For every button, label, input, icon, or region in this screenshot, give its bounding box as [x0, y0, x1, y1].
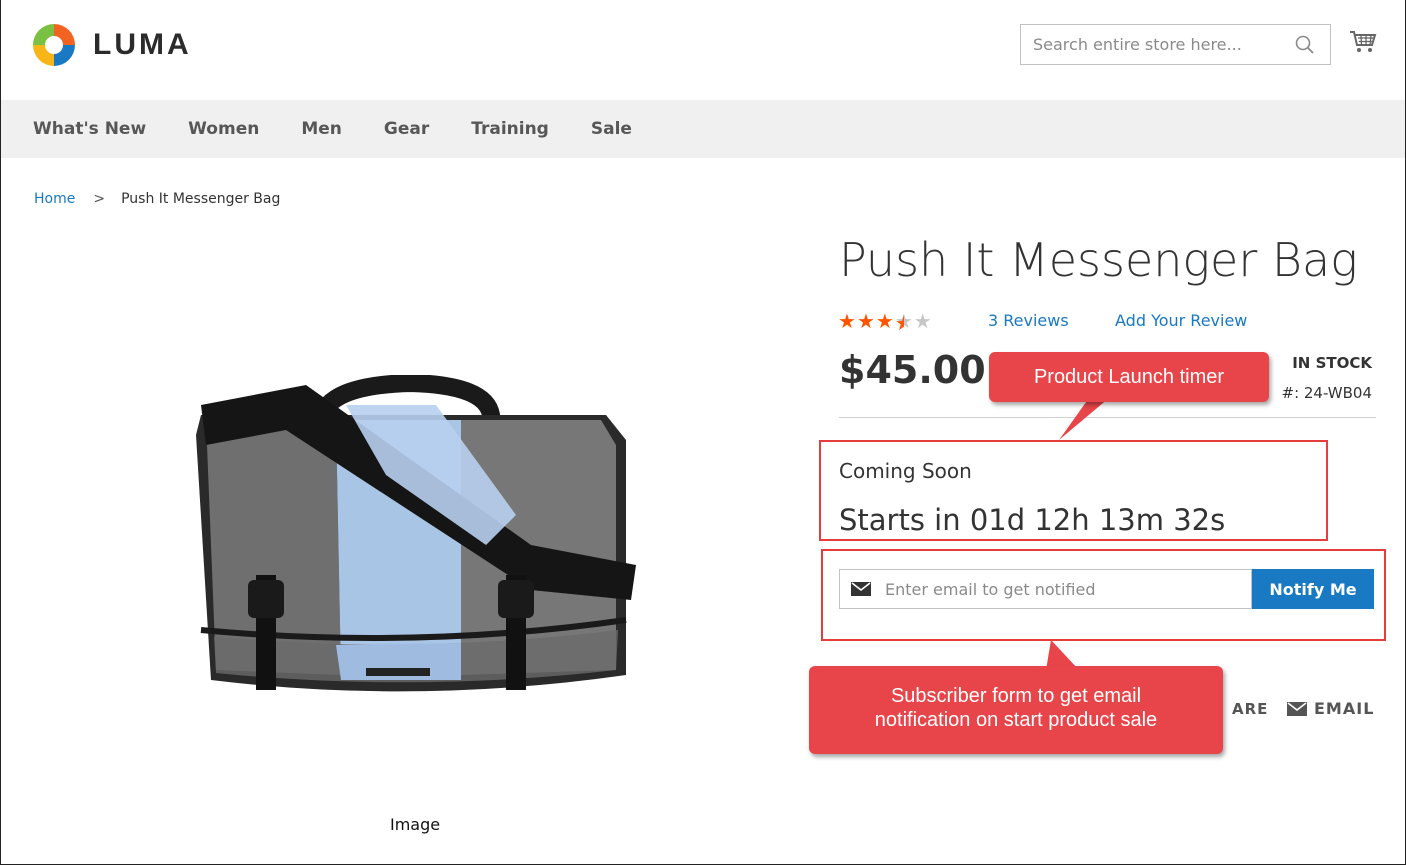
rating-stars: ★★★★★★ — [838, 309, 933, 336]
callout-timer: Product Launch timer — [989, 352, 1269, 402]
callout-form-line-2: notification on start product sale — [874, 709, 1158, 731]
launch-countdown: Starts in 01d 12h 13m 32s — [839, 503, 1226, 537]
star-icon: ★ — [913, 311, 933, 333]
callout-subscriber-form: Subscriber form to get email notificatio… — [809, 666, 1223, 754]
reviews-link[interactable]: 3 Reviews — [988, 311, 1069, 330]
star-half-icon: ★★ — [895, 311, 914, 336]
main-nav: What's New Women Men Gear Training Sale — [1, 100, 1405, 158]
breadcrumb-current: Push It Messenger Bag — [121, 191, 281, 207]
messenger-bag-image — [196, 373, 636, 692]
star-icon: ★ — [838, 311, 857, 333]
search-input[interactable] — [1021, 25, 1281, 64]
logo[interactable]: LUMA — [31, 20, 192, 70]
logo-text: LUMA — [93, 28, 192, 61]
coming-soon-label: Coming Soon — [839, 459, 972, 483]
breadcrumb: Home > Push It Messenger Bag — [34, 191, 280, 207]
nav-item-training[interactable]: Training — [471, 119, 549, 139]
nav-item-men[interactable]: Men — [301, 119, 342, 139]
product-image[interactable] — [186, 373, 641, 705]
nav-item-gear[interactable]: Gear — [384, 119, 429, 139]
search-icon[interactable] — [1294, 34, 1316, 56]
star-icon: ★ — [856, 311, 876, 333]
nav-item-whats-new[interactable]: What's New — [33, 119, 146, 139]
share-link[interactable]: ARE — [1232, 700, 1268, 718]
image-caption: Image — [390, 815, 441, 834]
add-review-link[interactable]: Add Your Review — [1115, 311, 1247, 330]
nav-item-sale[interactable]: Sale — [591, 119, 632, 139]
nav-item-women[interactable]: Women — [188, 119, 259, 139]
header: LUMA — [1, 0, 1405, 100]
notify-email-field — [839, 569, 1252, 609]
callout-form-line-1: Subscriber form to get email — [890, 685, 1142, 707]
star-half-fill: ★ — [895, 311, 904, 336]
product-sku: #: 24-WB04 — [1281, 384, 1373, 402]
cart-icon[interactable] — [1349, 28, 1377, 56]
notify-email-input[interactable] — [885, 570, 1251, 608]
breadcrumb-separator: > — [93, 191, 106, 207]
luma-logo-icon — [33, 24, 75, 66]
search-box — [1020, 24, 1331, 65]
star-icon: ★ — [875, 311, 895, 333]
breadcrumb-home-link[interactable]: Home — [34, 191, 75, 207]
page-frame: LUMA What's New Women Men Gear Training … — [0, 0, 1406, 865]
product-price: $45.00 — [839, 348, 986, 392]
stock-status: IN STOCK — [1292, 354, 1372, 372]
callout-pointer-icon — [1059, 398, 1109, 440]
email-share-label: EMAIL — [1314, 699, 1375, 718]
envelope-icon — [1287, 701, 1307, 716]
notify-me-button[interactable]: Notify Me — [1252, 569, 1374, 609]
product-title: Push It Messenger Bag — [839, 233, 1358, 287]
email-share-link[interactable]: EMAIL — [1287, 699, 1374, 718]
envelope-icon — [851, 582, 871, 596]
